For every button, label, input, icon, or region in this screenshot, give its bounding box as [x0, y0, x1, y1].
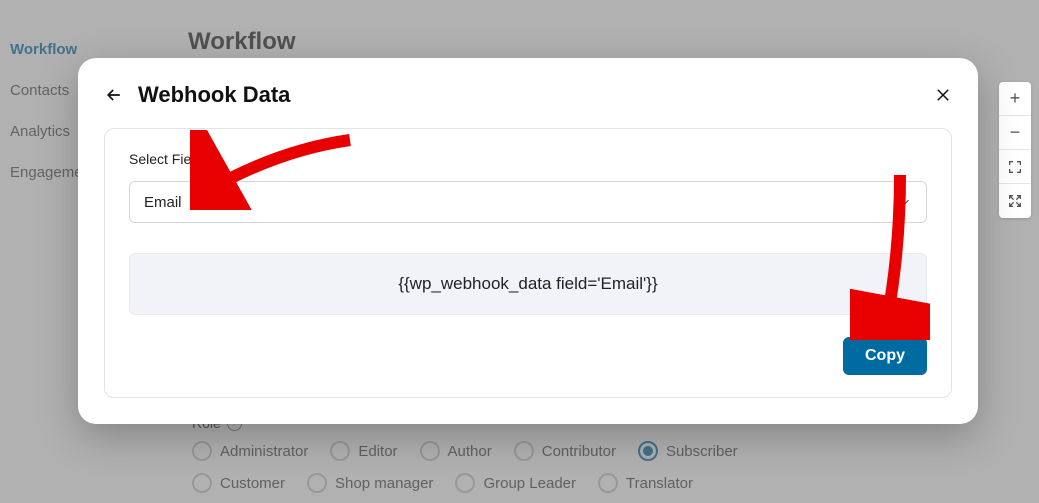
select-field-dropdown[interactable]: Email [129, 181, 927, 223]
zoom-fit-button[interactable] [999, 150, 1031, 184]
fullscreen-button[interactable] [999, 184, 1031, 218]
plus-icon: + [1010, 88, 1021, 109]
fit-icon [1007, 159, 1023, 175]
webhook-data-modal: Webhook Data Select Field* Email {{wp_we… [78, 58, 978, 424]
view-toolbar: + − [999, 82, 1031, 218]
merge-tag-display: {{wp_webhook_data field='Email'}} [129, 253, 927, 315]
modal-header: Webhook Data [104, 82, 952, 108]
required-asterisk: * [206, 151, 211, 167]
expand-icon [1007, 193, 1023, 209]
modal-title: Webhook Data [138, 82, 290, 108]
back-arrow-icon[interactable] [104, 85, 124, 105]
zoom-out-button[interactable]: − [999, 116, 1031, 150]
zoom-in-button[interactable]: + [999, 82, 1031, 116]
select-field-value: Email [144, 194, 182, 211]
field-label-text: Select Field [129, 151, 202, 167]
button-row: Copy [129, 337, 927, 375]
modal-header-left: Webhook Data [104, 82, 290, 108]
modal-body: Select Field* Email {{wp_webhook_data fi… [104, 128, 952, 398]
close-icon[interactable] [934, 86, 952, 104]
copy-button-label: Copy [865, 347, 905, 364]
chevron-down-icon [898, 195, 912, 209]
merge-tag-text: {{wp_webhook_data field='Email'}} [398, 274, 657, 294]
minus-icon: − [1010, 122, 1021, 143]
copy-button[interactable]: Copy [843, 337, 927, 375]
select-field-label: Select Field* [129, 151, 927, 167]
